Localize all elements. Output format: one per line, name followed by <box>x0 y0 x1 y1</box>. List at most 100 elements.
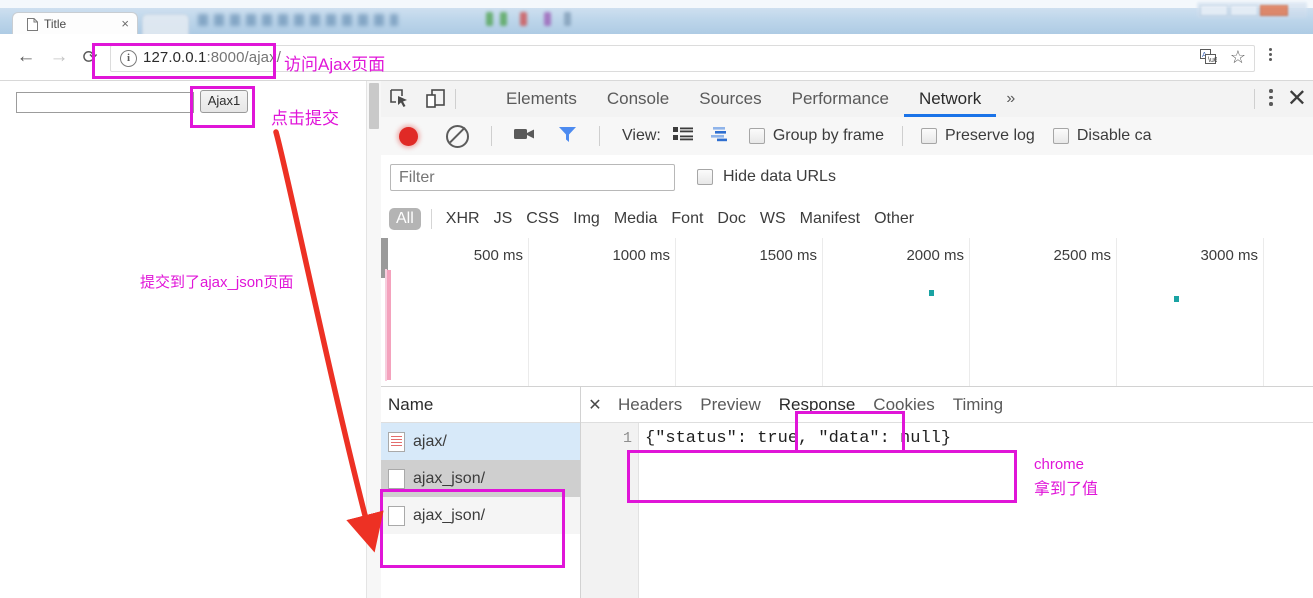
timeline-gridline <box>969 238 970 386</box>
request-detail-pane: ✕ Headers Preview Response Cookies Timin… <box>581 387 1313 598</box>
tab-elements[interactable]: Elements <box>491 81 592 117</box>
text-input[interactable] <box>16 92 194 113</box>
address-bar[interactable]: i 127.0.0.1:8000/ajax/ A \u6587 ☆ <box>110 45 1255 72</box>
group-by-frame-checkbox[interactable]: Group by frame <box>748 127 884 145</box>
network-split-view: Name ajax/ ajax_json/ ajax_json/ ✕ Heade… <box>381 387 1313 598</box>
tab-console[interactable]: Console <box>592 81 684 117</box>
network-overview-timeline[interactable]: 500 ms 1000 ms 1500 ms 2000 ms 2500 ms 3… <box>381 238 1313 387</box>
disable-cache-checkbox[interactable]: Disable ca <box>1052 127 1152 145</box>
timeline-gridline <box>1263 238 1264 386</box>
toolbar-separator <box>491 126 492 146</box>
tab-preview[interactable]: Preview <box>691 387 769 422</box>
ajax1-submit-button[interactable]: Ajax1 <box>200 90 248 113</box>
more-tabs-icon[interactable]: » <box>996 81 1025 117</box>
checkbox-box[interactable] <box>697 169 713 185</box>
checkbox-box[interactable] <box>1052 128 1069 144</box>
tab-sources[interactable]: Sources <box>684 81 776 117</box>
tab-headers[interactable]: Headers <box>609 387 691 422</box>
detail-close-icon[interactable]: ✕ <box>581 395 609 415</box>
table-row[interactable]: ajax_json/ <box>381 460 580 497</box>
toolbar-separator <box>430 208 432 229</box>
file-icon <box>388 468 405 489</box>
filter-input[interactable] <box>390 163 675 191</box>
window-controls[interactable] <box>1197 2 1307 18</box>
timeline-request-marker <box>929 290 934 296</box>
timeline-tick-1000: 1000 ms <box>612 247 670 264</box>
site-info-icon[interactable]: i <box>120 50 137 67</box>
devtools-tab-actions: ✕ <box>1253 81 1307 117</box>
device-toolbar-icon[interactable] <box>423 87 449 111</box>
list-view-icon[interactable] <box>672 126 693 147</box>
request-name: ajax_json/ <box>413 469 486 487</box>
inspect-element-icon[interactable] <box>387 87 413 111</box>
file-icon <box>388 505 405 526</box>
network-toolbar: View: Group by frame Preserve log Disabl… <box>381 117 1313 156</box>
bookmark-star-icon[interactable]: ☆ <box>1230 48 1246 66</box>
tab-timing[interactable]: Timing <box>944 387 1012 422</box>
url-port: :8000 <box>206 49 245 66</box>
hide-data-urls-checkbox[interactable]: Hide data URLs <box>697 168 836 186</box>
type-filter-all[interactable]: All <box>389 207 421 230</box>
page-scrollbar-thumb[interactable] <box>369 83 379 129</box>
type-filter-css[interactable]: CSS <box>526 210 559 228</box>
timeline-gridline <box>1116 238 1117 386</box>
type-filter-doc[interactable]: Doc <box>717 210 745 228</box>
annotation-click-submit: 点击提交 <box>271 109 339 128</box>
type-filter-manifest[interactable]: Manifest <box>800 210 860 228</box>
page-icon <box>27 18 38 31</box>
tab-network[interactable]: Network <box>903 81 997 117</box>
type-filter-media[interactable]: Media <box>614 210 658 228</box>
reload-button[interactable]: ⟳ <box>78 45 102 69</box>
forward-button[interactable]: → <box>47 45 71 69</box>
checkbox-box[interactable] <box>921 128 937 144</box>
tab-response[interactable]: Response <box>770 387 865 422</box>
type-filter-img[interactable]: Img <box>573 210 600 228</box>
table-row[interactable]: ajax_json/ <box>381 497 580 534</box>
annotation-got-value: 拿到了值 <box>1034 481 1099 498</box>
web-page-content: Ajax1 <box>0 81 381 598</box>
network-filter-row: Hide data URLs <box>381 155 1313 200</box>
type-filter-xhr[interactable]: XHR <box>446 210 480 228</box>
preserve-log-checkbox[interactable]: Preserve log <box>921 127 1035 145</box>
request-list-header: Name <box>381 387 580 423</box>
waterfall-view-icon[interactable] <box>709 126 731 147</box>
browser-menu-button[interactable] <box>1268 48 1272 63</box>
capture-screenshots-icon[interactable] <box>514 126 536 147</box>
devtools-tab-row: Elements Console Sources Performance Net… <box>381 81 1313 118</box>
omnibox-actions: A \u6587 ☆ <box>1199 48 1246 66</box>
timeline-gridline <box>528 238 529 386</box>
tab-performance[interactable]: Performance <box>777 81 904 117</box>
devtools-tool-icons <box>387 87 449 111</box>
devtools-panel: Elements Console Sources Performance Net… <box>381 81 1313 598</box>
page-scrollbar[interactable] <box>366 81 381 598</box>
record-button[interactable] <box>399 126 418 146</box>
svg-text:\u6587: \u6587 <box>1208 57 1217 64</box>
screenshot-root: Title × ← → ⟳ i 127.0.0.1:8000/ajax/ A \… <box>0 0 1313 598</box>
request-detail-tabs: ✕ Headers Preview Response Cookies Timin… <box>581 387 1313 423</box>
clear-button[interactable] <box>446 124 469 148</box>
chrome-top-streak <box>0 0 1313 8</box>
toolbar-separator <box>902 126 903 146</box>
toolbar-separator <box>455 89 456 109</box>
request-list: Name ajax/ ajax_json/ ajax_json/ <box>381 387 581 598</box>
type-filter-font[interactable]: Font <box>671 210 703 228</box>
close-icon[interactable]: × <box>121 17 129 31</box>
type-filter-other[interactable]: Other <box>874 210 914 228</box>
type-filter-js[interactable]: JS <box>494 210 513 228</box>
devtools-close-icon[interactable]: ✕ <box>1287 87 1307 111</box>
checkbox-box[interactable] <box>748 128 765 144</box>
devtools-menu-icon[interactable] <box>1269 89 1273 109</box>
disable-cache-label: Disable ca <box>1076 127 1152 144</box>
table-row[interactable]: ajax/ <box>381 423 580 460</box>
tab-cookies[interactable]: Cookies <box>864 387 943 422</box>
timeline-request-marker <box>1174 296 1179 302</box>
devtools-tabs: Elements Console Sources Performance Net… <box>491 81 1025 117</box>
response-body-viewer[interactable]: 1 {"status": true, "data": null} <box>581 423 1313 598</box>
filter-icon[interactable] <box>558 125 577 148</box>
type-filter-ws[interactable]: WS <box>760 210 786 228</box>
url-host: 127.0.0.1 <box>143 49 207 66</box>
resource-type-filters: All XHR JS CSS Img Media Font Doc WS Man… <box>381 199 1313 239</box>
back-button[interactable]: ← <box>14 45 38 69</box>
translate-icon[interactable]: A \u6587 <box>1199 49 1217 65</box>
timeline-tick-3000: 3000 ms <box>1200 247 1258 264</box>
